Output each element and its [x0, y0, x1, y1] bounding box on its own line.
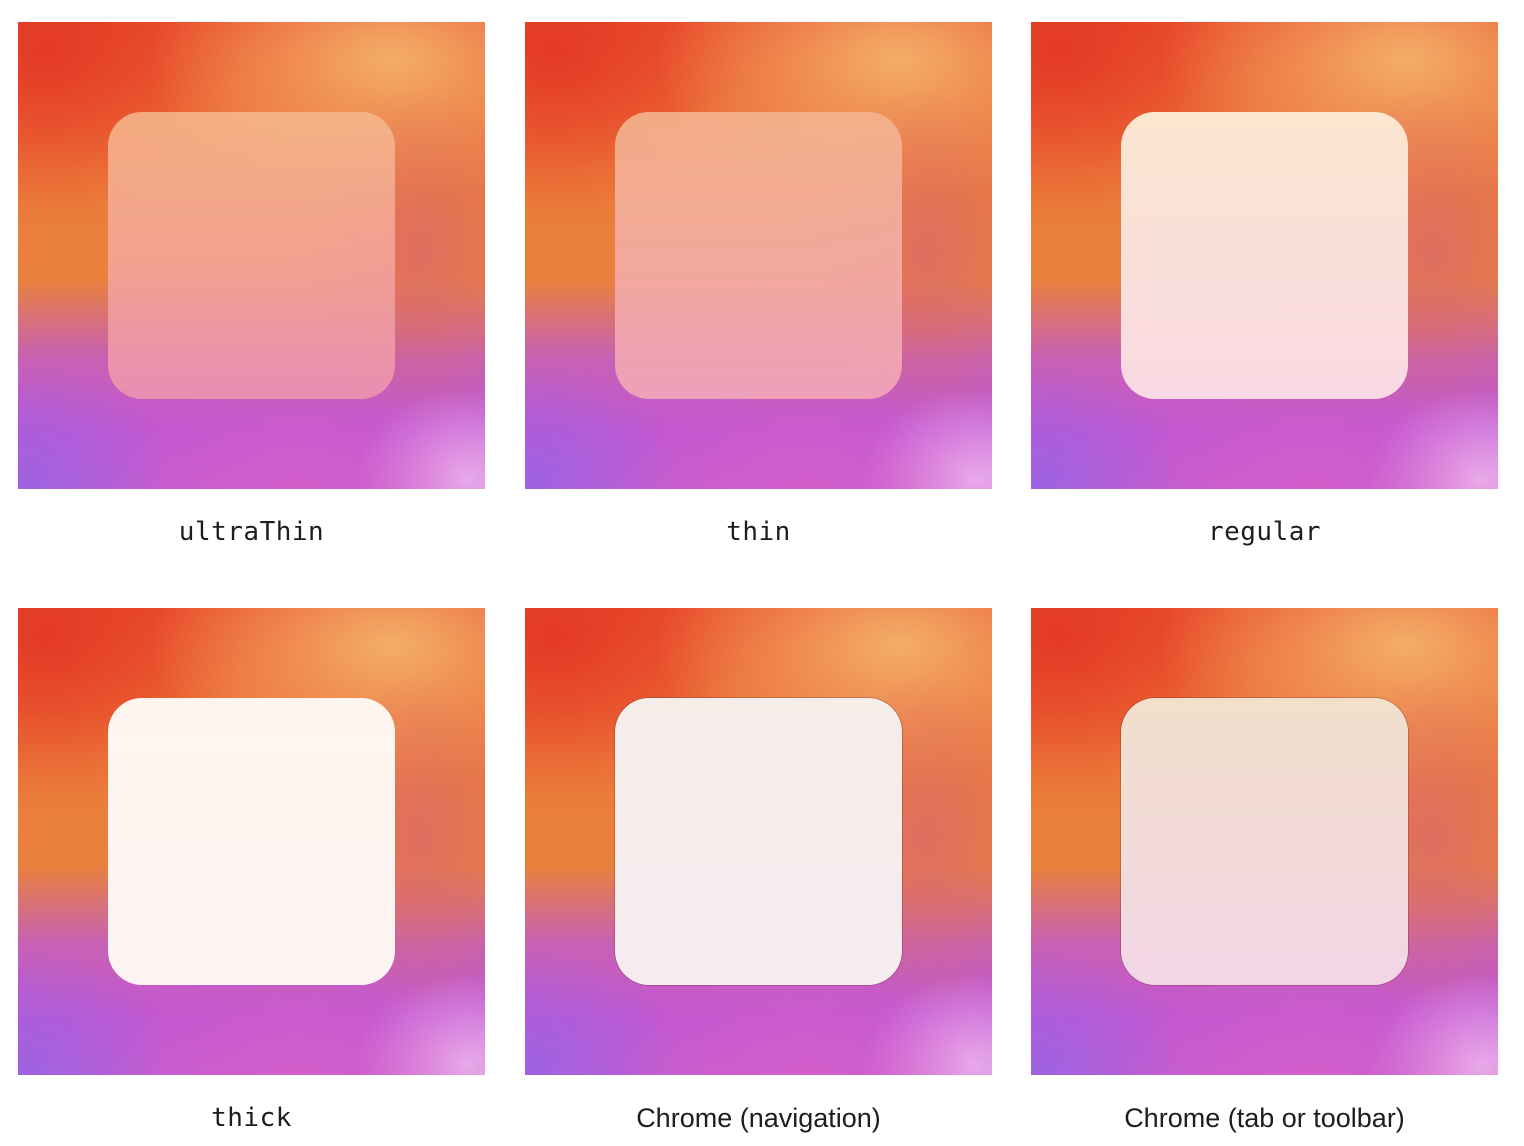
material-label-chrome-tab-toolbar: Chrome (tab or toolbar)	[1124, 1103, 1405, 1133]
material-label-thick: thick	[211, 1103, 292, 1133]
gradient-background	[1031, 22, 1498, 489]
material-cell-ultrathin: ultraThin	[18, 22, 485, 547]
gradient-background	[18, 22, 485, 489]
material-sample-chrome-tab-toolbar	[1121, 698, 1408, 985]
material-label-chrome-navigation: Chrome (navigation)	[636, 1103, 881, 1133]
gradient-background	[525, 608, 992, 1075]
material-cell-thin: thin	[525, 22, 992, 547]
gradient-background	[1031, 608, 1498, 1075]
material-cell-regular: regular	[1031, 22, 1498, 547]
gradient-background	[525, 22, 992, 489]
material-cell-thick: thick	[18, 608, 485, 1133]
material-label-ultrathin: ultraThin	[178, 517, 325, 547]
material-sample-ultrathin	[108, 112, 395, 399]
material-sample-thick	[108, 698, 395, 985]
material-sample-thin	[615, 112, 902, 399]
material-cell-chrome-navigation: Chrome (navigation)	[525, 608, 992, 1133]
gradient-background	[18, 608, 485, 1075]
material-sample-regular	[1121, 112, 1408, 399]
material-label-thin: thin	[726, 517, 791, 547]
material-cell-chrome-tab-toolbar: Chrome (tab or toolbar)	[1031, 608, 1498, 1133]
material-sample-chrome-navigation	[615, 698, 902, 985]
material-label-regular: regular	[1207, 517, 1322, 547]
